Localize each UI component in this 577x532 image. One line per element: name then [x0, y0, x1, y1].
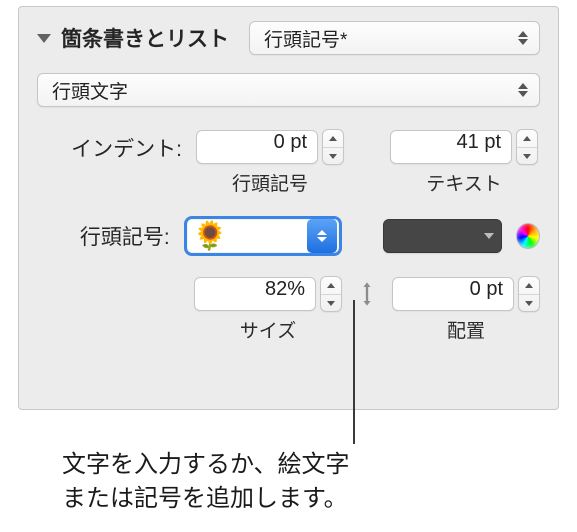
callout-text: 文字を入力するか、絵文字 または記号を追加します。	[62, 448, 350, 515]
text-indent-stepper[interactable]	[516, 129, 538, 165]
stepper-down-icon[interactable]	[517, 147, 537, 164]
bullet-picker-label: 行頭記号:	[37, 221, 170, 251]
align-vertical-icon	[356, 280, 378, 308]
bullets-lists-panel: 箇条書きとリスト 行頭記号* 行頭文字 インデント: 0 pt 行頭記号 41 …	[18, 6, 559, 410]
list-style-value: 行頭記号*	[264, 25, 509, 52]
stepper-down-icon[interactable]	[519, 294, 539, 311]
bullet-indent-spinbox: 0 pt	[196, 129, 344, 165]
bullet-picker-row: 行頭記号: 🌻	[37, 216, 540, 256]
text-indent-spinbox: 41 pt	[390, 129, 538, 165]
text-indent-group: 41 pt テキスト	[390, 129, 538, 196]
stepper-up-icon[interactable]	[323, 130, 343, 147]
callout-line2: または記号を追加します。	[62, 485, 348, 512]
stepper-up-icon[interactable]	[517, 130, 537, 147]
disclosure-triangle-icon[interactable]	[37, 34, 51, 43]
indent-label: インデント:	[37, 129, 182, 163]
bullet-glyph-popup[interactable]: 🌻	[184, 216, 342, 256]
callout-line1: 文字を入力するか、絵文字	[62, 451, 350, 478]
section-header: 箇条書きとリスト 行頭記号*	[37, 21, 540, 55]
indent-row: インデント: 0 pt 行頭記号 41 pt テキスト	[37, 129, 540, 196]
stepper-down-icon[interactable]	[323, 147, 343, 164]
color-wheel-button[interactable]	[516, 223, 540, 249]
bullet-type-popup[interactable]: 行頭文字	[37, 73, 540, 107]
stepper-up-icon[interactable]	[321, 277, 341, 294]
text-indent-input[interactable]: 41 pt	[390, 130, 512, 164]
size-stepper[interactable]	[320, 276, 342, 312]
chevron-down-icon	[484, 233, 494, 239]
align-spinbox: 0 pt	[392, 276, 540, 312]
align-sublabel: 配置	[447, 316, 485, 343]
popup-arrows-icon	[307, 219, 337, 253]
callout-leader-line	[353, 300, 355, 444]
popup-arrows-icon	[517, 29, 529, 47]
size-spinbox: 82%	[194, 276, 342, 312]
bullet-indent-sublabel: 行頭記号	[232, 169, 308, 196]
spacer	[37, 276, 180, 280]
size-group: 82% サイズ	[194, 276, 342, 343]
align-input[interactable]: 0 pt	[392, 277, 514, 311]
stepper-up-icon[interactable]	[519, 277, 539, 294]
bullet-type-value: 行頭文字	[52, 77, 509, 104]
text-indent-sublabel: テキスト	[426, 169, 501, 196]
bullet-glyph-icon: 🌻	[193, 222, 228, 250]
list-style-popup[interactable]: 行頭記号*	[249, 21, 540, 55]
bullet-indent-input[interactable]: 0 pt	[196, 130, 318, 164]
align-group: 0 pt 配置	[392, 276, 540, 343]
size-align-row: 82% サイズ 0 pt 配置	[37, 276, 540, 343]
popup-arrows-icon	[517, 81, 529, 99]
bullet-indent-group: 0 pt 行頭記号	[196, 129, 344, 196]
bullet-color-well[interactable]	[383, 219, 502, 253]
size-input[interactable]: 82%	[194, 277, 316, 311]
stepper-down-icon[interactable]	[321, 294, 341, 311]
section-title: 箇条書きとリスト	[61, 23, 229, 53]
align-stepper[interactable]	[518, 276, 540, 312]
bullet-indent-stepper[interactable]	[322, 129, 344, 165]
size-sublabel: サイズ	[240, 316, 296, 343]
